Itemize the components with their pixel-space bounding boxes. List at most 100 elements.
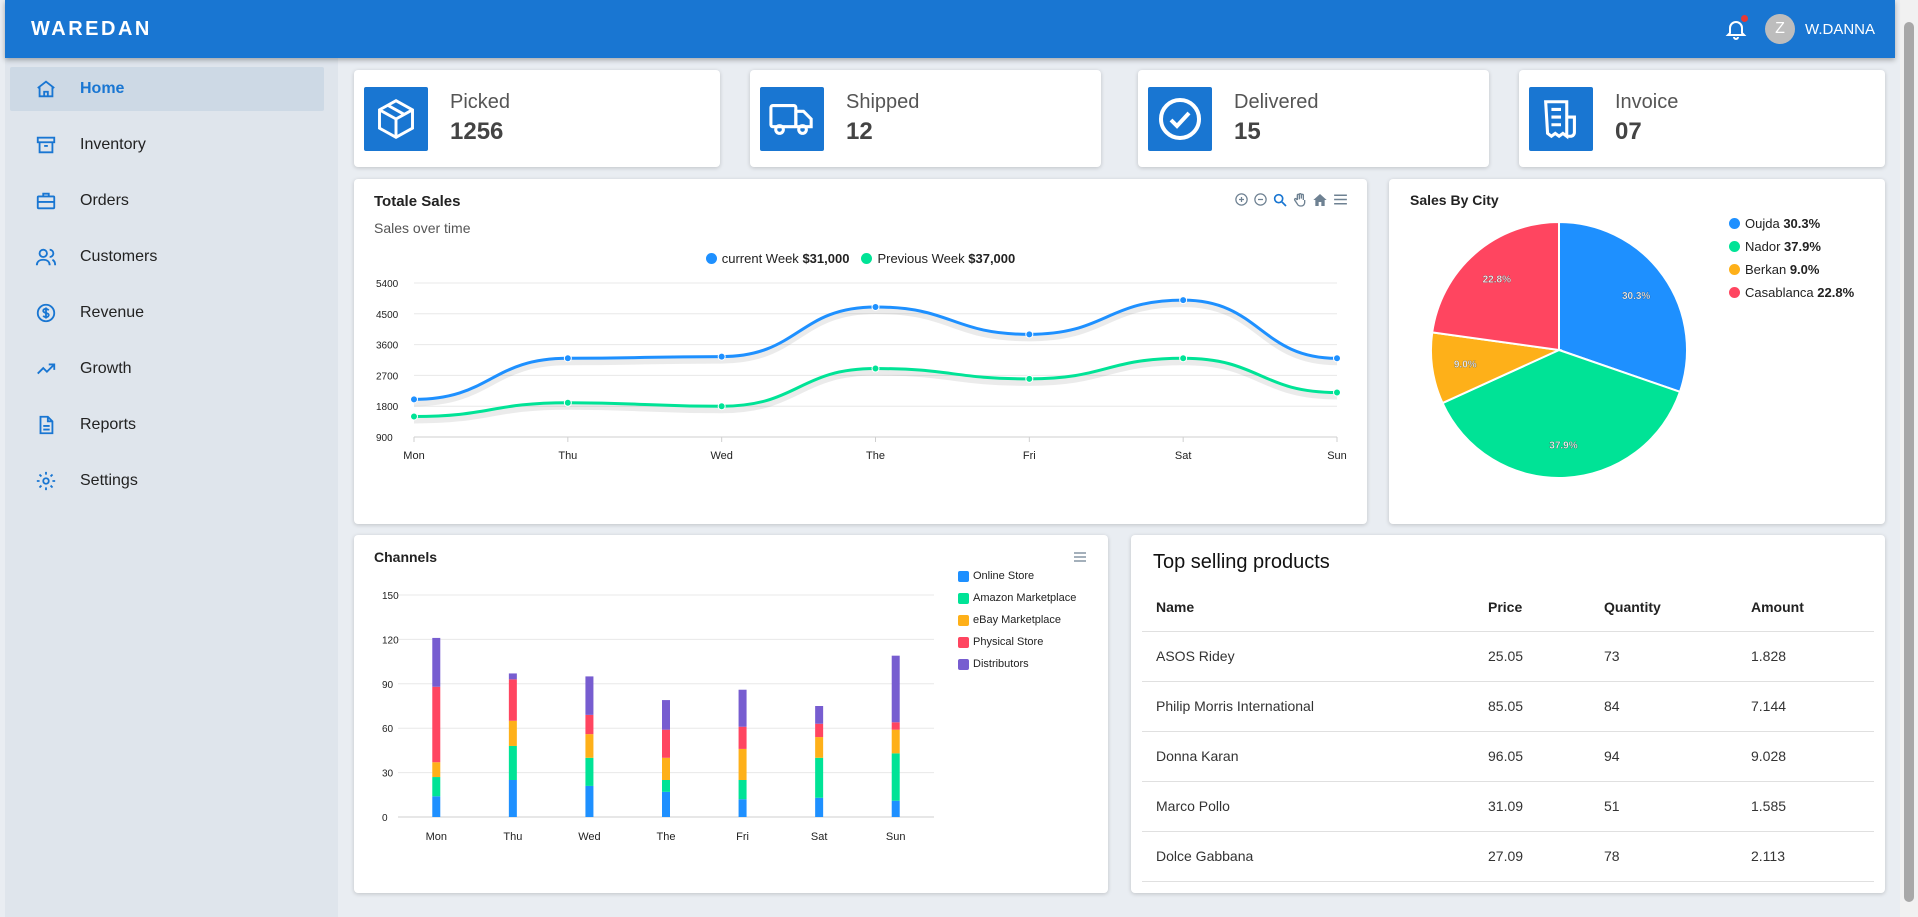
bar-segment [432, 686, 441, 763]
legend-item[interactable]: Distributors [958, 658, 1076, 670]
legend-marker [1729, 287, 1740, 298]
x-tick-label: Sat [811, 831, 828, 843]
x-tick-label: Wed [710, 450, 732, 462]
bar-segment [891, 722, 900, 730]
bar-segment [508, 745, 517, 780]
bar-segment [432, 777, 441, 797]
sidebar-item-customers[interactable]: Customers [10, 235, 324, 279]
x-tick-label: The [866, 450, 885, 462]
table-cell: 84 [1590, 681, 1737, 732]
sidebar-item-label: Customers [80, 248, 158, 265]
table-cell: Marco Pollo [1142, 781, 1474, 832]
avatar[interactable]: Z [1764, 14, 1795, 44]
stat-title: Picked [450, 91, 511, 113]
data-point [410, 395, 418, 404]
stat-card-shipped[interactable]: Shipped 12 [750, 70, 1101, 167]
app-logo[interactable]: WAREDAN [31, 18, 152, 41]
bar-segment [432, 762, 441, 778]
data-point [871, 302, 880, 311]
bar-segment [585, 785, 594, 817]
products-title: Top selling products [1153, 551, 1330, 573]
menu-icon[interactable] [1072, 549, 1088, 565]
legend-item[interactable]: Oujda 30.3% [1729, 216, 1854, 231]
data-point [717, 402, 726, 411]
legend-item[interactable]: Physical Store [958, 636, 1076, 648]
data-point [1333, 388, 1341, 397]
products-table: Name Price Quantity Amount ASOS Ridey 25.… [1142, 583, 1874, 882]
stat-card-picked[interactable]: Picked 1256 [354, 70, 720, 167]
sidebar-item-inventory[interactable]: Inventory [10, 123, 324, 167]
top-app-bar: WAREDAN Z W.DANNA [5, 0, 1895, 58]
sidebar-item-reports[interactable]: Reports [10, 403, 324, 447]
x-tick-label: Mon [403, 450, 424, 462]
bar-segment [508, 780, 517, 817]
bar-segment [738, 726, 747, 749]
trending-up-icon [34, 357, 58, 381]
table-cell: 78 [1590, 831, 1737, 882]
briefcase-icon [34, 189, 58, 213]
legend-item[interactable]: eBay Marketplace [958, 614, 1076, 626]
table-cell: 25.05 [1474, 631, 1590, 682]
column-header[interactable]: Quantity [1590, 583, 1737, 632]
table-row[interactable]: Dolce Gabbana 27.09 78 2.113 [1142, 831, 1874, 882]
city-pie-chart: 30.3% 37.9% 9.0% 22.8% [1430, 220, 1688, 479]
document-icon [34, 413, 58, 437]
x-tick-label: Sun [1327, 450, 1347, 462]
column-header[interactable]: Price [1474, 583, 1590, 632]
bar-segment [815, 737, 824, 758]
table-cell: 94 [1590, 731, 1737, 782]
legend-item[interactable]: Nador 37.9% [1729, 239, 1854, 254]
series-shadow [413, 301, 1338, 407]
bell-icon[interactable] [1721, 14, 1751, 44]
legend-label: Berkan [1745, 262, 1787, 277]
receipt-icon [1529, 86, 1593, 151]
slice-label: 37.9% [1549, 441, 1577, 452]
scrollbar-thumb[interactable] [1904, 22, 1914, 902]
table-cell: 9.028 [1737, 731, 1874, 782]
legend-item[interactable]: Berkan 9.0% [1729, 262, 1854, 277]
data-point [717, 352, 726, 361]
legend-value: 9.0% [1789, 262, 1820, 277]
x-tick-label: The [657, 831, 676, 843]
legend-marker [958, 636, 969, 648]
slice-label: 9.0% [1454, 360, 1477, 371]
sidebar-item-settings[interactable]: Settings [10, 459, 324, 503]
sidebar-item-orders[interactable]: Orders [10, 179, 324, 223]
stat-value: 1256 [450, 118, 504, 145]
legend-item[interactable]: Casablanca 22.8% [1729, 285, 1854, 300]
stat-value: 07 [1615, 118, 1642, 145]
table-cell: 85.05 [1474, 681, 1590, 732]
window-scrollbar[interactable] [1900, 0, 1918, 917]
stat-value: 15 [1234, 118, 1261, 145]
bar-segment [815, 723, 824, 738]
table-cell: 1.585 [1737, 781, 1874, 832]
bar-segment [508, 720, 517, 746]
legend-item[interactable]: Amazon Marketplace [958, 592, 1076, 604]
y-tick-label: 120 [382, 635, 399, 646]
table-row[interactable]: Philip Morris International 85.05 84 7.144 [1142, 681, 1874, 732]
legend-label: Casablanca [1745, 285, 1814, 300]
username[interactable]: W.DANNA [1805, 21, 1875, 38]
table-cell: 73 [1590, 631, 1737, 682]
notification-badge [1740, 15, 1748, 22]
sidebar-item-home[interactable]: Home [10, 67, 324, 111]
legend-item[interactable]: Online Store [958, 570, 1076, 582]
channels-bar-chart: 150 120 90 60 30 0 Mon Thu Wed The Fri Sat Sun [382, 591, 934, 843]
bar-segment [585, 676, 594, 715]
stat-card-invoice[interactable]: Invoice 07 [1519, 70, 1885, 167]
table-cell: 1.828 [1737, 631, 1874, 682]
sales-line-chart: 5400 4500 3600 2700 1800 900 Mon Thu Wed The Fri Sa… [376, 279, 1347, 462]
bar-segment [662, 729, 670, 758]
y-tick-label: 90 [382, 680, 394, 691]
legend-label: Distributors [973, 658, 1029, 670]
sidebar-item-revenue[interactable]: Revenue [10, 291, 324, 335]
table-row[interactable]: ASOS Ridey 25.05 73 1.828 [1142, 631, 1874, 682]
x-tick-label: Fri [1023, 450, 1036, 462]
column-header[interactable]: Amount [1737, 583, 1874, 632]
table-row[interactable]: Marco Pollo 31.09 51 1.585 [1142, 781, 1874, 832]
column-header[interactable]: Name [1142, 583, 1474, 632]
table-row[interactable]: Donna Karan 96.05 94 9.028 [1142, 731, 1874, 782]
box-icon [364, 86, 428, 151]
stat-card-delivered[interactable]: Delivered 15 [1138, 70, 1489, 167]
sidebar-item-growth[interactable]: Growth [10, 347, 324, 391]
